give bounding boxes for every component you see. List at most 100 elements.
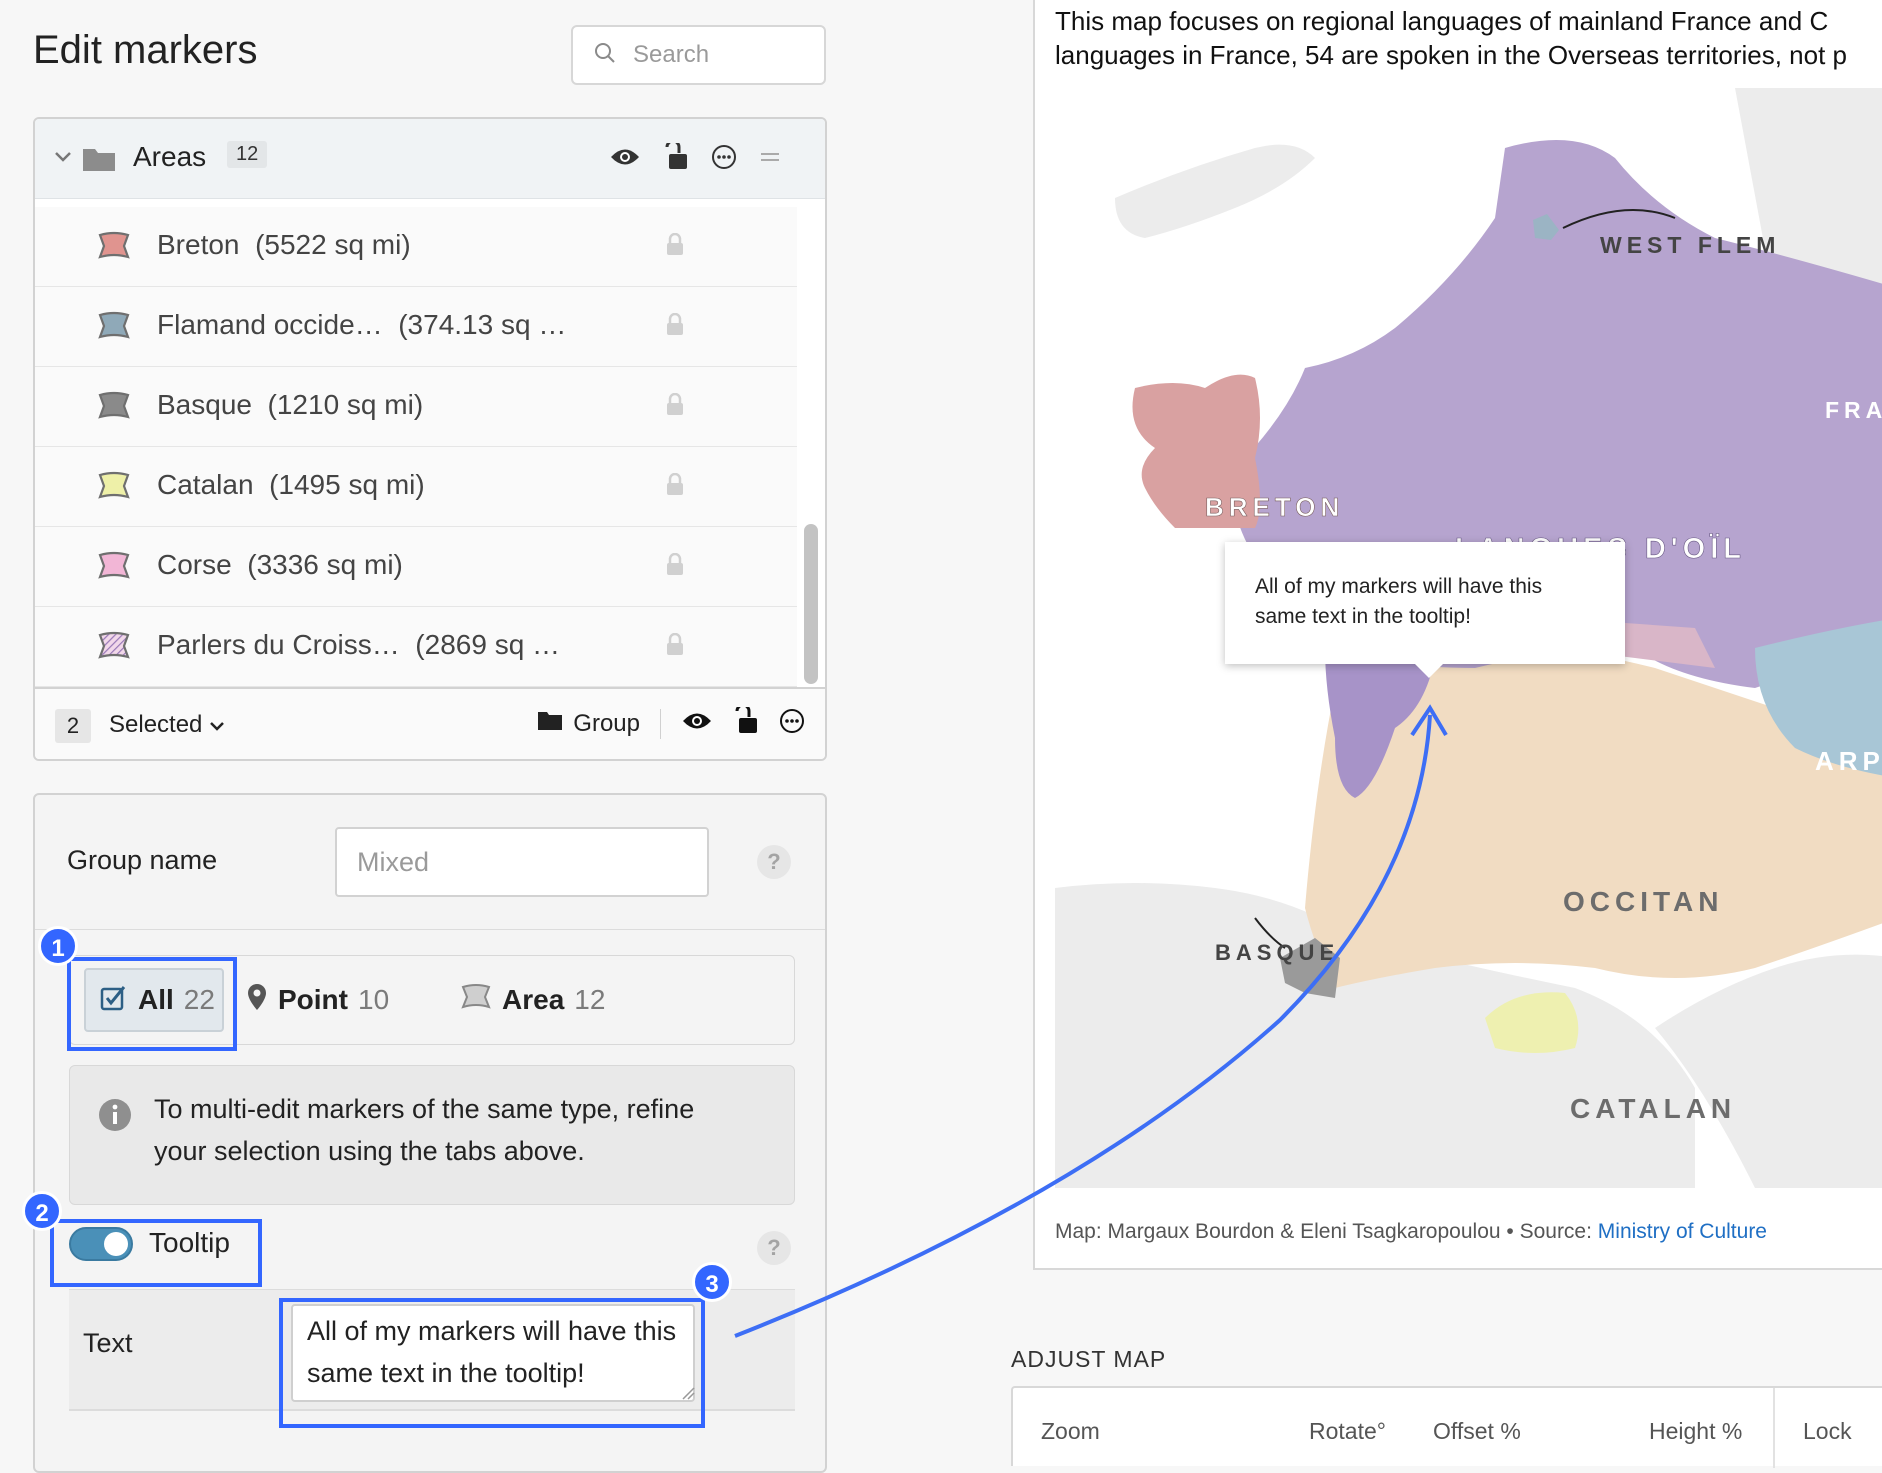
map-description-line2: languages in France, 54 are spoken in th… xyxy=(1055,38,1882,72)
folder-icon xyxy=(81,143,117,178)
chevron-down-icon[interactable] xyxy=(53,147,73,172)
tab-area-count: 12 xyxy=(574,984,605,1016)
drag-handle-icon[interactable] xyxy=(759,150,781,169)
tab-point-count: 10 xyxy=(358,984,389,1016)
info-notice: To multi-edit markers of the same type, … xyxy=(69,1065,795,1205)
tab-area[interactable]: Area 12 xyxy=(460,968,605,1032)
layer-size: (2869 sq … xyxy=(415,629,560,660)
map-pin-icon xyxy=(246,983,268,1018)
layer-name: Parlers du Croiss… xyxy=(157,629,400,660)
lock-icon[interactable] xyxy=(665,553,685,582)
label-west-flem: WEST FLEM xyxy=(1600,232,1780,258)
layer-row-label: Flamand occide… (374.13 sq … xyxy=(157,309,566,341)
adjust-map-title: ADJUST MAP xyxy=(1011,1346,1166,1373)
divider xyxy=(1773,1388,1775,1468)
area-flag-icon xyxy=(97,231,131,266)
group-button[interactable]: Group xyxy=(537,709,640,738)
map-tooltip: All of my markers will have this same te… xyxy=(1225,542,1625,664)
map-credit: Map: Margaux Bourdon & Eleni Tsagkaropou… xyxy=(1055,1220,1767,1244)
source-link[interactable]: Ministry of Culture xyxy=(1598,1220,1767,1243)
tab-point-label: Point xyxy=(278,984,348,1016)
layer-row[interactable]: Breton (5522 sq mi) xyxy=(35,207,797,287)
layer-row-label: Basque (1210 sq mi) xyxy=(157,389,423,421)
layer-group-count: 12 xyxy=(227,141,267,168)
lock-icon[interactable] xyxy=(665,633,685,662)
lock-icon[interactable] xyxy=(665,313,685,342)
layer-list-panel: Areas 12 Breton (5522 sq mi) Flamand occi… xyxy=(33,117,827,761)
offset-column[interactable]: Offset % xyxy=(1433,1418,1521,1445)
selected-label: Selected xyxy=(109,711,202,738)
layer-row[interactable]: Catalan (1495 sq mi) xyxy=(35,447,797,527)
text-label: Text xyxy=(83,1328,133,1359)
folder-icon xyxy=(537,709,563,738)
lock-icon[interactable] xyxy=(665,393,685,422)
help-icon[interactable]: ? xyxy=(757,1231,791,1265)
info-text: To multi-edit markers of the same type, … xyxy=(154,1088,754,1172)
highlight-box-2 xyxy=(50,1219,262,1287)
divider xyxy=(660,709,661,739)
eye-icon[interactable] xyxy=(609,146,641,173)
step-badge-3: 3 xyxy=(692,1262,732,1302)
tab-area-label: Area xyxy=(502,984,564,1016)
label-fra: FRA xyxy=(1825,397,1882,423)
selected-dropdown[interactable]: Selected xyxy=(109,711,225,739)
group-name-input[interactable] xyxy=(335,827,709,897)
label-arpit: ARPIT xyxy=(1815,746,1882,776)
layer-name: Catalan xyxy=(157,469,254,500)
layer-name: Flamand occide… xyxy=(157,309,383,340)
tab-point[interactable]: Point 10 xyxy=(246,968,389,1032)
info-icon xyxy=(98,1098,132,1137)
layer-row-label: Breton (5522 sq mi) xyxy=(157,229,411,261)
divider xyxy=(35,929,825,930)
search-icon xyxy=(593,41,617,70)
height-column[interactable]: Height % xyxy=(1649,1418,1742,1445)
group-name-label: Group name xyxy=(67,845,217,876)
page-title: Edit markers xyxy=(33,28,258,73)
layer-row[interactable]: Basque (1210 sq mi) xyxy=(35,367,797,447)
layer-row-label: Catalan (1495 sq mi) xyxy=(157,469,425,501)
unlock-icon[interactable] xyxy=(733,707,759,740)
layer-size: (3336 sq mi) xyxy=(247,549,403,580)
label-occitan: OCCITAN xyxy=(1563,886,1723,917)
unlock-icon[interactable] xyxy=(663,143,689,176)
search-input[interactable] xyxy=(631,40,811,70)
layer-group-header[interactable]: Areas 12 xyxy=(35,119,825,199)
eye-icon[interactable] xyxy=(681,710,713,737)
layer-size: (5522 sq mi) xyxy=(255,229,411,260)
lock-icon[interactable] xyxy=(665,473,685,502)
more-options-icon[interactable] xyxy=(711,144,737,175)
highlight-box-3 xyxy=(279,1298,705,1428)
adjust-map-panel: Zoom Rotate° Offset % Height % Lock xyxy=(1011,1386,1882,1466)
layer-row-label: Parlers du Croiss… (2869 sq … xyxy=(157,629,560,661)
label-basque: BASQUE xyxy=(1215,940,1339,965)
scrollbar-thumb[interactable] xyxy=(804,524,818,684)
area-flag-icon xyxy=(97,311,131,346)
step-badge-1: 1 xyxy=(38,926,78,966)
layer-row[interactable]: Parlers du Croiss… (2869 sq … xyxy=(35,607,797,687)
layer-row[interactable]: Corse (3336 sq mi) xyxy=(35,527,797,607)
rotate-column[interactable]: Rotate° xyxy=(1309,1418,1386,1445)
area-flag-icon xyxy=(97,391,131,426)
layer-name: Basque xyxy=(157,389,252,420)
zoom-column[interactable]: Zoom xyxy=(1041,1418,1100,1445)
lock-icon[interactable] xyxy=(665,233,685,262)
layer-size: (1210 sq mi) xyxy=(268,389,424,420)
more-options-icon[interactable] xyxy=(779,708,805,739)
search-box[interactable] xyxy=(571,25,826,85)
area-flag-icon xyxy=(97,631,131,666)
area-flag-icon xyxy=(97,551,131,586)
map-description-line1: This map focuses on regional languages o… xyxy=(1055,4,1882,38)
area-flag-icon xyxy=(460,983,492,1018)
layer-size: (1495 sq mi) xyxy=(269,469,425,500)
area-flag-icon xyxy=(97,471,131,506)
group-button-label: Group xyxy=(573,710,640,738)
map-description: This map focuses on regional languages o… xyxy=(1055,4,1882,72)
layer-row[interactable]: Flamand occide… (374.13 sq … xyxy=(35,287,797,367)
help-icon[interactable]: ? xyxy=(757,845,791,879)
layer-size: (374.13 sq … xyxy=(398,309,566,340)
layer-name: Corse xyxy=(157,549,232,580)
layer-row-label: Corse (3336 sq mi) xyxy=(157,549,403,581)
layer-name: Breton xyxy=(157,229,240,260)
chevron-down-icon xyxy=(209,711,225,738)
lock-column[interactable]: Lock xyxy=(1803,1418,1852,1445)
